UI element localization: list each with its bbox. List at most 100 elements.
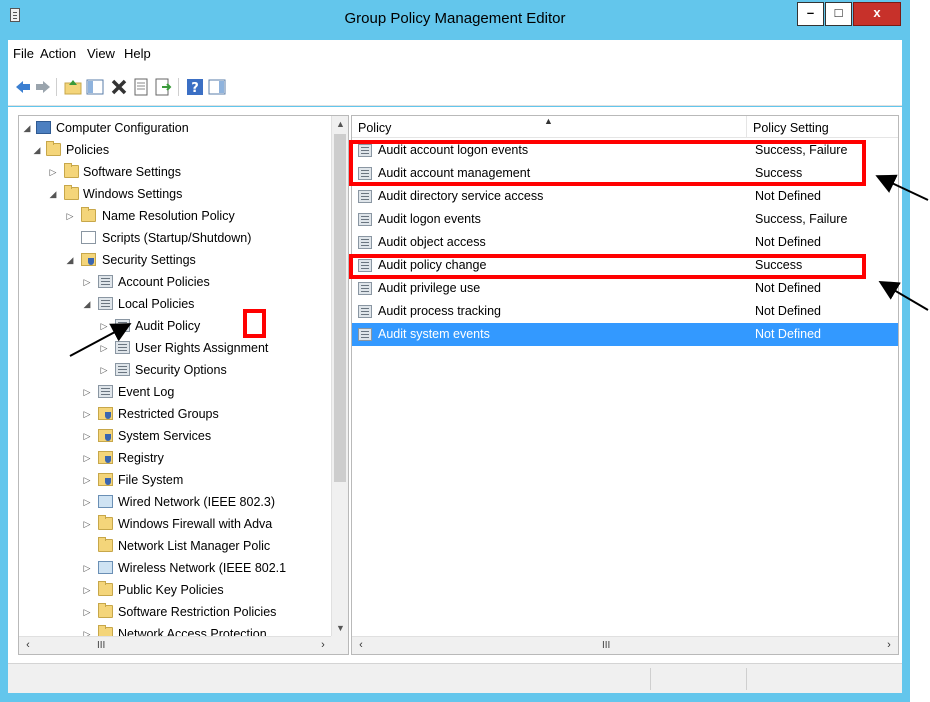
list-row[interactable]: Audit privilege use Not Defined [352,277,898,300]
expand-icon[interactable]: ▷ [82,271,92,293]
tree-item-scripts[interactable]: Scripts (Startup/Shutdown) [19,227,333,249]
tree-item-local-policies[interactable]: ◢ Local Policies [19,293,333,315]
scroll-left-arrow-icon[interactable]: ‹ [352,637,370,654]
tree-vertical-scrollbar[interactable]: ▲ ▼ [331,116,348,637]
scroll-left-arrow-icon[interactable]: ‹ [19,637,37,654]
close-button[interactable]: x [853,2,901,26]
tree-item-software-settings[interactable]: ▷ Software Settings [19,161,333,183]
menu-action[interactable]: Action [40,46,76,61]
show-action-pane-icon[interactable] [208,78,226,96]
wireless-network-icon [98,561,113,574]
status-divider [746,668,747,690]
expand-icon[interactable]: ▷ [82,491,92,513]
expand-icon[interactable]: ▷ [65,205,75,227]
collapse-icon[interactable]: ◢ [22,117,32,139]
collapse-icon[interactable]: ◢ [32,139,42,161]
scroll-down-arrow-icon[interactable]: ▼ [332,620,348,637]
show-hide-tree-icon[interactable] [86,78,104,96]
scroll-grip[interactable]: III [602,640,610,651]
tree-item-wired-network[interactable]: ▷ Wired Network (IEEE 802.3) [19,491,333,513]
policy-setting: Not Defined [755,235,822,249]
menu-help[interactable]: Help [124,46,151,61]
list-row[interactable]: Audit process tracking Not Defined [352,300,898,323]
folder-icon [64,163,79,178]
export-list-icon[interactable] [154,78,172,96]
list-horizontal-scrollbar[interactable]: ‹ III › [352,636,898,654]
tree-item-security-settings[interactable]: ◢ Security Settings [19,249,333,271]
tree-item-public-key-policies[interactable]: ▷ Public Key Policies [19,579,333,601]
forward-arrow-icon[interactable] [34,78,52,96]
list-row-selected[interactable]: Audit system events Not Defined [352,323,898,346]
tree-item-policies[interactable]: ◢ Policies [19,139,333,161]
expand-icon[interactable]: ▷ [82,381,92,403]
expand-icon[interactable]: ▷ [82,403,92,425]
delete-icon[interactable] [110,78,128,96]
folder-icon [81,207,96,222]
column-header-policy[interactable]: Policy [358,121,391,135]
menu-bar: File Action View Help [8,40,902,66]
tree-item-restricted-groups[interactable]: ▷ Restricted Groups [19,403,333,425]
expand-icon[interactable]: ▷ [99,315,109,337]
audit-policy-icon [358,305,372,318]
tree-item-audit-policy[interactable]: ▷ Audit Policy [19,315,333,337]
list-row[interactable]: Audit policy change Success [352,254,898,277]
minimize-button[interactable]: – [797,2,824,26]
column-divider[interactable] [746,116,747,138]
expand-icon[interactable]: ▷ [48,161,58,183]
expand-icon[interactable]: ▷ [82,447,92,469]
menu-view[interactable]: View [87,46,115,61]
folder-icon [64,185,79,200]
list-row[interactable]: Audit object access Not Defined [352,231,898,254]
column-header-policy-setting[interactable]: Policy Setting [753,121,829,135]
expand-icon[interactable]: ▷ [82,601,92,623]
scroll-right-arrow-icon[interactable]: › [314,637,332,654]
tree-item-name-resolution-policy[interactable]: ▷ Name Resolution Policy [19,205,333,227]
audit-policy-icon [358,328,372,341]
folder-icon [46,141,61,156]
help-icon[interactable]: ? [186,78,204,96]
tree-item-software-restriction[interactable]: ▷ Software Restriction Policies [19,601,333,623]
tree-item-file-system[interactable]: ▷ File System [19,469,333,491]
expand-icon[interactable]: ▷ [82,469,92,491]
collapse-icon[interactable]: ◢ [48,183,58,205]
tree-item-label: Scripts (Startup/Shutdown) [102,231,252,245]
list-row[interactable]: Audit directory service access Not Defin… [352,185,898,208]
tree-item-wireless-network[interactable]: ▷ Wireless Network (IEEE 802.1 [19,557,333,579]
expand-icon[interactable]: ▷ [82,579,92,601]
tree-item-system-services[interactable]: ▷ System Services [19,425,333,447]
list-row[interactable]: Audit account logon events Success, Fail… [352,139,898,162]
menu-file[interactable]: File [13,46,34,61]
properties-icon[interactable] [132,78,150,96]
tree-horizontal-scrollbar[interactable]: ‹ III › [19,636,332,654]
tree-item-account-policies[interactable]: ▷ Account Policies [19,271,333,293]
expand-icon[interactable]: ▷ [82,557,92,579]
collapse-icon[interactable]: ◢ [65,249,75,271]
up-folder-icon[interactable] [64,78,82,96]
title-bar[interactable]: Group Policy Management Editor – □ x [0,0,910,40]
tree-item-label: Audit Policy [135,319,201,333]
tree-item-label: Name Resolution Policy [102,209,235,223]
scroll-up-arrow-icon[interactable]: ▲ [332,116,348,133]
scroll-right-arrow-icon[interactable]: › [880,637,898,654]
expand-icon[interactable]: ▷ [99,359,109,381]
maximize-button[interactable]: □ [825,2,852,26]
tree-item-security-options[interactable]: ▷ Security Options [19,359,333,381]
expand-icon[interactable]: ▷ [82,513,92,535]
list-row[interactable]: Audit logon events Success, Failure [352,208,898,231]
expand-icon[interactable]: ▷ [82,425,92,447]
list-row[interactable]: Audit account management Success [352,162,898,185]
tree-item-network-list-manager[interactable]: Network List Manager Polic [19,535,333,557]
tree-item-user-rights-assignment[interactable]: ▷ User Rights Assignment [19,337,333,359]
collapse-icon[interactable]: ◢ [82,293,92,315]
tree-item-registry[interactable]: ▷ Registry [19,447,333,469]
tree-item-computer-configuration[interactable]: ◢ Computer Configuration [19,117,333,139]
tree-item-windows-firewall[interactable]: ▷ Windows Firewall with Adva [19,513,333,535]
scroll-grip[interactable]: III [97,640,105,651]
tree-item-event-log[interactable]: ▷ Event Log [19,381,333,403]
back-arrow-icon[interactable] [14,78,32,96]
policy-icon [115,341,130,354]
status-divider [650,668,651,690]
tree-item-windows-settings[interactable]: ◢ Windows Settings [19,183,333,205]
expand-icon[interactable]: ▷ [99,337,109,359]
scroll-thumb[interactable] [334,134,346,482]
